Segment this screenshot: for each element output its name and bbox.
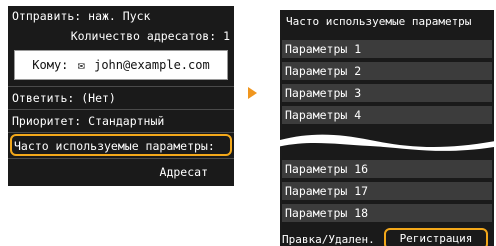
recipient-count: Количество адресатов: 1 [70, 29, 230, 43]
list-item[interactable]: Параметры 3 [282, 84, 492, 102]
list-item[interactable]: Параметры 17 [282, 182, 492, 200]
list-item[interactable]: Параметры 4 [282, 106, 492, 124]
send-screen: Отправить: наж. Пуск Количество адресато… [8, 6, 234, 186]
register-button[interactable]: Регистрация [384, 228, 488, 246]
priority-button[interactable]: Приоритет: Стандартный [12, 110, 232, 132]
envelope-icon: ✉ [77, 58, 85, 72]
list-item[interactable]: Параметры 1 [282, 40, 492, 58]
list-break-wave [280, 134, 494, 151]
reply-to-button[interactable]: Ответить: (Нет) [12, 87, 232, 109]
to-label: Кому: [32, 58, 69, 72]
send-hint: Отправить: наж. Пуск [12, 9, 151, 23]
list-item[interactable]: Параметры 2 [282, 62, 492, 80]
list-item[interactable]: Параметры 18 [282, 204, 492, 222]
frequent-settings-screen: Часто используемые параметры Параметры 1… [280, 10, 494, 246]
edit-delete-button[interactable]: Правка/Удален. [282, 232, 378, 246]
to-value: john@example.com [94, 58, 210, 72]
frequent-settings-button[interactable]: Часто используемые параметры: [10, 134, 232, 156]
to-field[interactable]: Кому: ✉ john@example.com [14, 50, 228, 80]
list-item[interactable]: Параметры 16 [282, 160, 492, 178]
divider [8, 132, 234, 133]
screen-title: Часто используемые параметры [286, 15, 472, 28]
recipient-button[interactable]: Адресат [8, 158, 234, 186]
right-arrow-icon [248, 87, 257, 99]
